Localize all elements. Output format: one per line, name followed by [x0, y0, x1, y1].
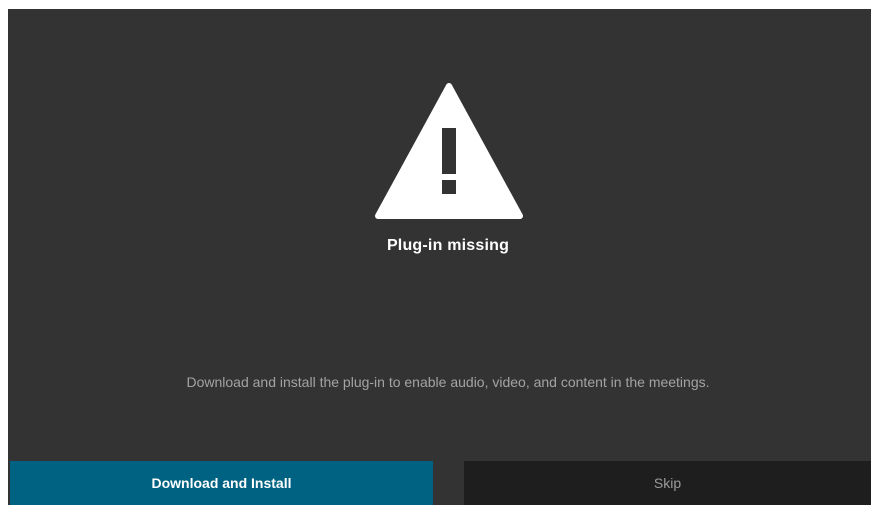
warning-triangle-icon — [374, 82, 524, 220]
plugin-missing-dialog: Plug-in missing Download and install the… — [8, 9, 871, 505]
dialog-message: Download and install the plug-in to enab… — [186, 374, 710, 390]
dialog-title: Plug-in missing — [386, 237, 510, 254]
skip-button[interactable]: Skip — [464, 461, 871, 505]
download-and-install-button[interactable]: Download and Install — [10, 461, 433, 505]
